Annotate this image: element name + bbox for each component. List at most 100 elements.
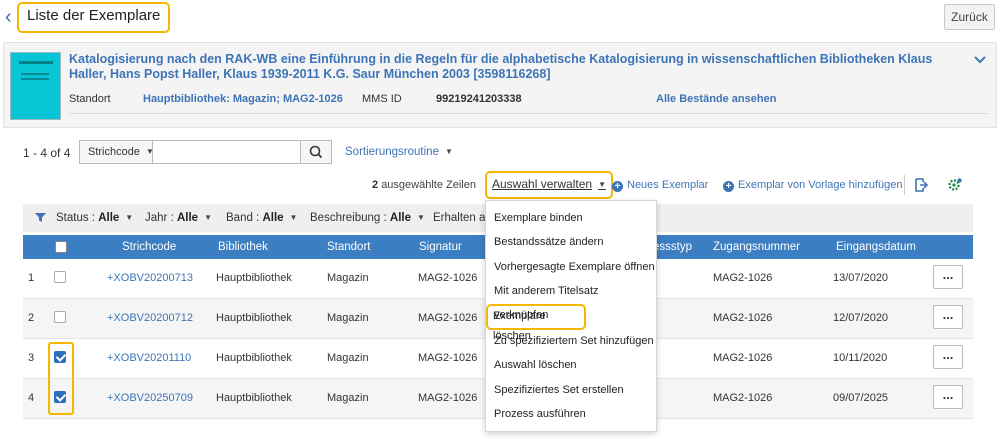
- location-cell: Magazin: [327, 352, 369, 364]
- manage-selection-label: Auswahl verwalten: [492, 177, 593, 191]
- plus-icon: +: [612, 181, 623, 192]
- plus-icon: +: [723, 181, 734, 192]
- date-cell: 10/11/2020: [833, 352, 888, 364]
- search-field-select[interactable]: Strichcode ▼: [79, 140, 154, 164]
- barcode-link[interactable]: +XOBV20200713: [107, 272, 193, 284]
- select-all-checkbox[interactable]: [55, 241, 67, 253]
- selected-text: ausgewählte Zeilen: [381, 179, 476, 191]
- row-checkbox[interactable]: [54, 271, 66, 283]
- mms-id-label: MMS ID: [362, 93, 402, 105]
- menu-item-create-set[interactable]: Spezifiziertes Set erstellen: [486, 378, 656, 402]
- divider: [69, 113, 989, 114]
- filter-value: Alle: [176, 212, 199, 224]
- back-button[interactable]: Zurück: [944, 4, 995, 30]
- sort-dropdown[interactable]: Sortierungsroutine ▼: [345, 146, 453, 158]
- filter-value: Alle: [389, 212, 412, 224]
- selection-highlight: [48, 342, 74, 415]
- location-label: Standort: [69, 93, 111, 105]
- chevron-down-icon[interactable]: [974, 55, 986, 65]
- new-item-button[interactable]: + Neues Exemplar: [612, 179, 708, 192]
- manage-selection-button[interactable]: Auswahl verwalten ▼: [485, 171, 613, 199]
- column-header-receipt-date[interactable]: Eingangsdatum: [836, 241, 916, 253]
- location-cell: Magazin: [327, 272, 369, 284]
- row-actions-button[interactable]: ...: [933, 265, 963, 289]
- column-header-location[interactable]: Standort: [327, 241, 370, 253]
- description-filter[interactable]: Beschreibung : Alle ▼: [310, 212, 425, 224]
- menu-item-bind-items[interactable]: Exemplare binden: [486, 206, 656, 230]
- row-number: 1: [28, 272, 35, 284]
- new-item-label: Neues Exemplar: [627, 179, 709, 191]
- caret-down-icon: ▼: [444, 147, 453, 156]
- search-button[interactable]: [300, 140, 332, 164]
- call-number-cell: MAG2-1026: [418, 392, 478, 404]
- volume-filter[interactable]: Band : Alle ▼: [226, 212, 297, 224]
- library-cell: Hauptbibliothek: [216, 392, 292, 404]
- all-holdings-link[interactable]: Alle Bestände ansehen: [656, 93, 776, 105]
- page-title: Liste der Exemplare: [16, 2, 171, 33]
- date-cell: 09/07/2025: [833, 392, 889, 404]
- row-actions-button[interactable]: ...: [933, 305, 963, 329]
- library-cell: Hauptbibliothek: [216, 352, 292, 364]
- call-number-cell: MAG2-1026: [418, 272, 478, 284]
- location-link[interactable]: Hauptbibliothek: Magazin; MAG2-1026: [143, 93, 343, 105]
- barcode-link[interactable]: +XOBV20200712: [107, 312, 193, 324]
- caret-down-icon: ▼: [204, 213, 212, 222]
- menu-item-add-to-set[interactable]: Zu spezifiziertem Set hinzufügen: [486, 329, 656, 353]
- date-cell: 13/07/2020: [833, 272, 889, 284]
- column-header-call-number[interactable]: Signatur: [419, 241, 462, 253]
- column-header-barcode[interactable]: Strichcode: [122, 241, 176, 253]
- caret-down-icon: ▼: [289, 213, 298, 222]
- export-icon[interactable]: [913, 177, 929, 193]
- filter-value: Alle: [262, 212, 284, 224]
- barcode-link[interactable]: +XOBV20250709: [107, 392, 193, 404]
- location-cell: Magazin: [327, 312, 369, 324]
- library-cell: Hauptbibliothek: [216, 272, 292, 284]
- sort-label: Sortierungsroutine: [345, 146, 439, 158]
- column-header-accession-number[interactable]: Zugangsnummer: [713, 241, 800, 253]
- caret-down-icon: ▼: [598, 180, 606, 189]
- row-checkbox[interactable]: [54, 311, 66, 323]
- row-actions-button[interactable]: ...: [933, 345, 963, 369]
- selected-rows-info: 2 ausgewählte Zeilen: [372, 179, 476, 191]
- settings-gear-icon[interactable]: [947, 177, 963, 193]
- back-chevron-icon[interactable]: ‹: [5, 7, 19, 28]
- filter-label: Jahr :: [145, 212, 174, 224]
- caret-down-icon: ▼: [417, 213, 425, 222]
- status-filter[interactable]: Status : Alle ▼: [56, 212, 133, 224]
- accession-cell: MAG2-1026: [713, 352, 773, 364]
- filter-label: Band :: [226, 212, 260, 224]
- menu-item-run-job[interactable]: Prozess ausführen: [486, 402, 656, 426]
- barcode-link[interactable]: +XOBV20201110: [107, 352, 191, 364]
- filter-label: Beschreibung :: [310, 212, 387, 224]
- menu-item-change-holdings[interactable]: Bestandssätze ändern: [486, 230, 656, 254]
- library-cell: Hauptbibliothek: [216, 312, 292, 324]
- menu-item-relink-bib[interactable]: Mit anderem Titelsatz verknüpfen: [486, 279, 656, 321]
- search-input[interactable]: [152, 140, 301, 164]
- search-icon: [309, 145, 323, 159]
- column-header-library[interactable]: Bibliothek: [218, 241, 268, 253]
- row-number: 3: [28, 352, 35, 364]
- top-bar: ‹ Liste der Exemplare Zurück: [0, 0, 1000, 38]
- call-number-cell: MAG2-1026: [418, 312, 478, 324]
- selected-count: 2: [372, 179, 379, 191]
- record-card: Katalogisierung nach den RAK-WB eine Ein…: [3, 42, 997, 128]
- row-actions-button[interactable]: ...: [933, 385, 963, 409]
- accession-cell: MAG2-1026: [713, 272, 773, 284]
- record-title-link[interactable]: Katalogisierung nach den RAK-WB eine Ein…: [69, 52, 949, 82]
- manage-selection-menu: Exemplare binden Bestandssätze ändern Vo…: [485, 200, 657, 432]
- add-from-template-button[interactable]: + Exemplar von Vorlage hinzufügen: [723, 179, 903, 192]
- menu-item-open-predicted-items[interactable]: Vorhergesagte Exemplare öffnen: [486, 255, 656, 279]
- menu-item-clear-selection[interactable]: Auswahl löschen: [486, 353, 656, 377]
- column-header-process-type[interactable]: essstyp: [653, 241, 692, 253]
- date-cell: 12/07/2020: [833, 312, 889, 324]
- caret-down-icon: ▼: [125, 213, 134, 222]
- add-from-template-label: Exemplar von Vorlage hinzufügen: [738, 179, 903, 191]
- filter-label: Status :: [56, 212, 95, 224]
- location-cell: Magazin: [327, 392, 369, 404]
- accession-cell: MAG2-1026: [713, 392, 773, 404]
- mms-id-value: 99219241203338: [436, 93, 522, 105]
- year-filter[interactable]: Jahr : Alle ▼: [145, 212, 212, 224]
- row-number: 4: [28, 392, 35, 404]
- search-field-value: Strichcode: [88, 146, 140, 158]
- menu-item-delete-items[interactable]: Exemplare löschen: [486, 304, 586, 342]
